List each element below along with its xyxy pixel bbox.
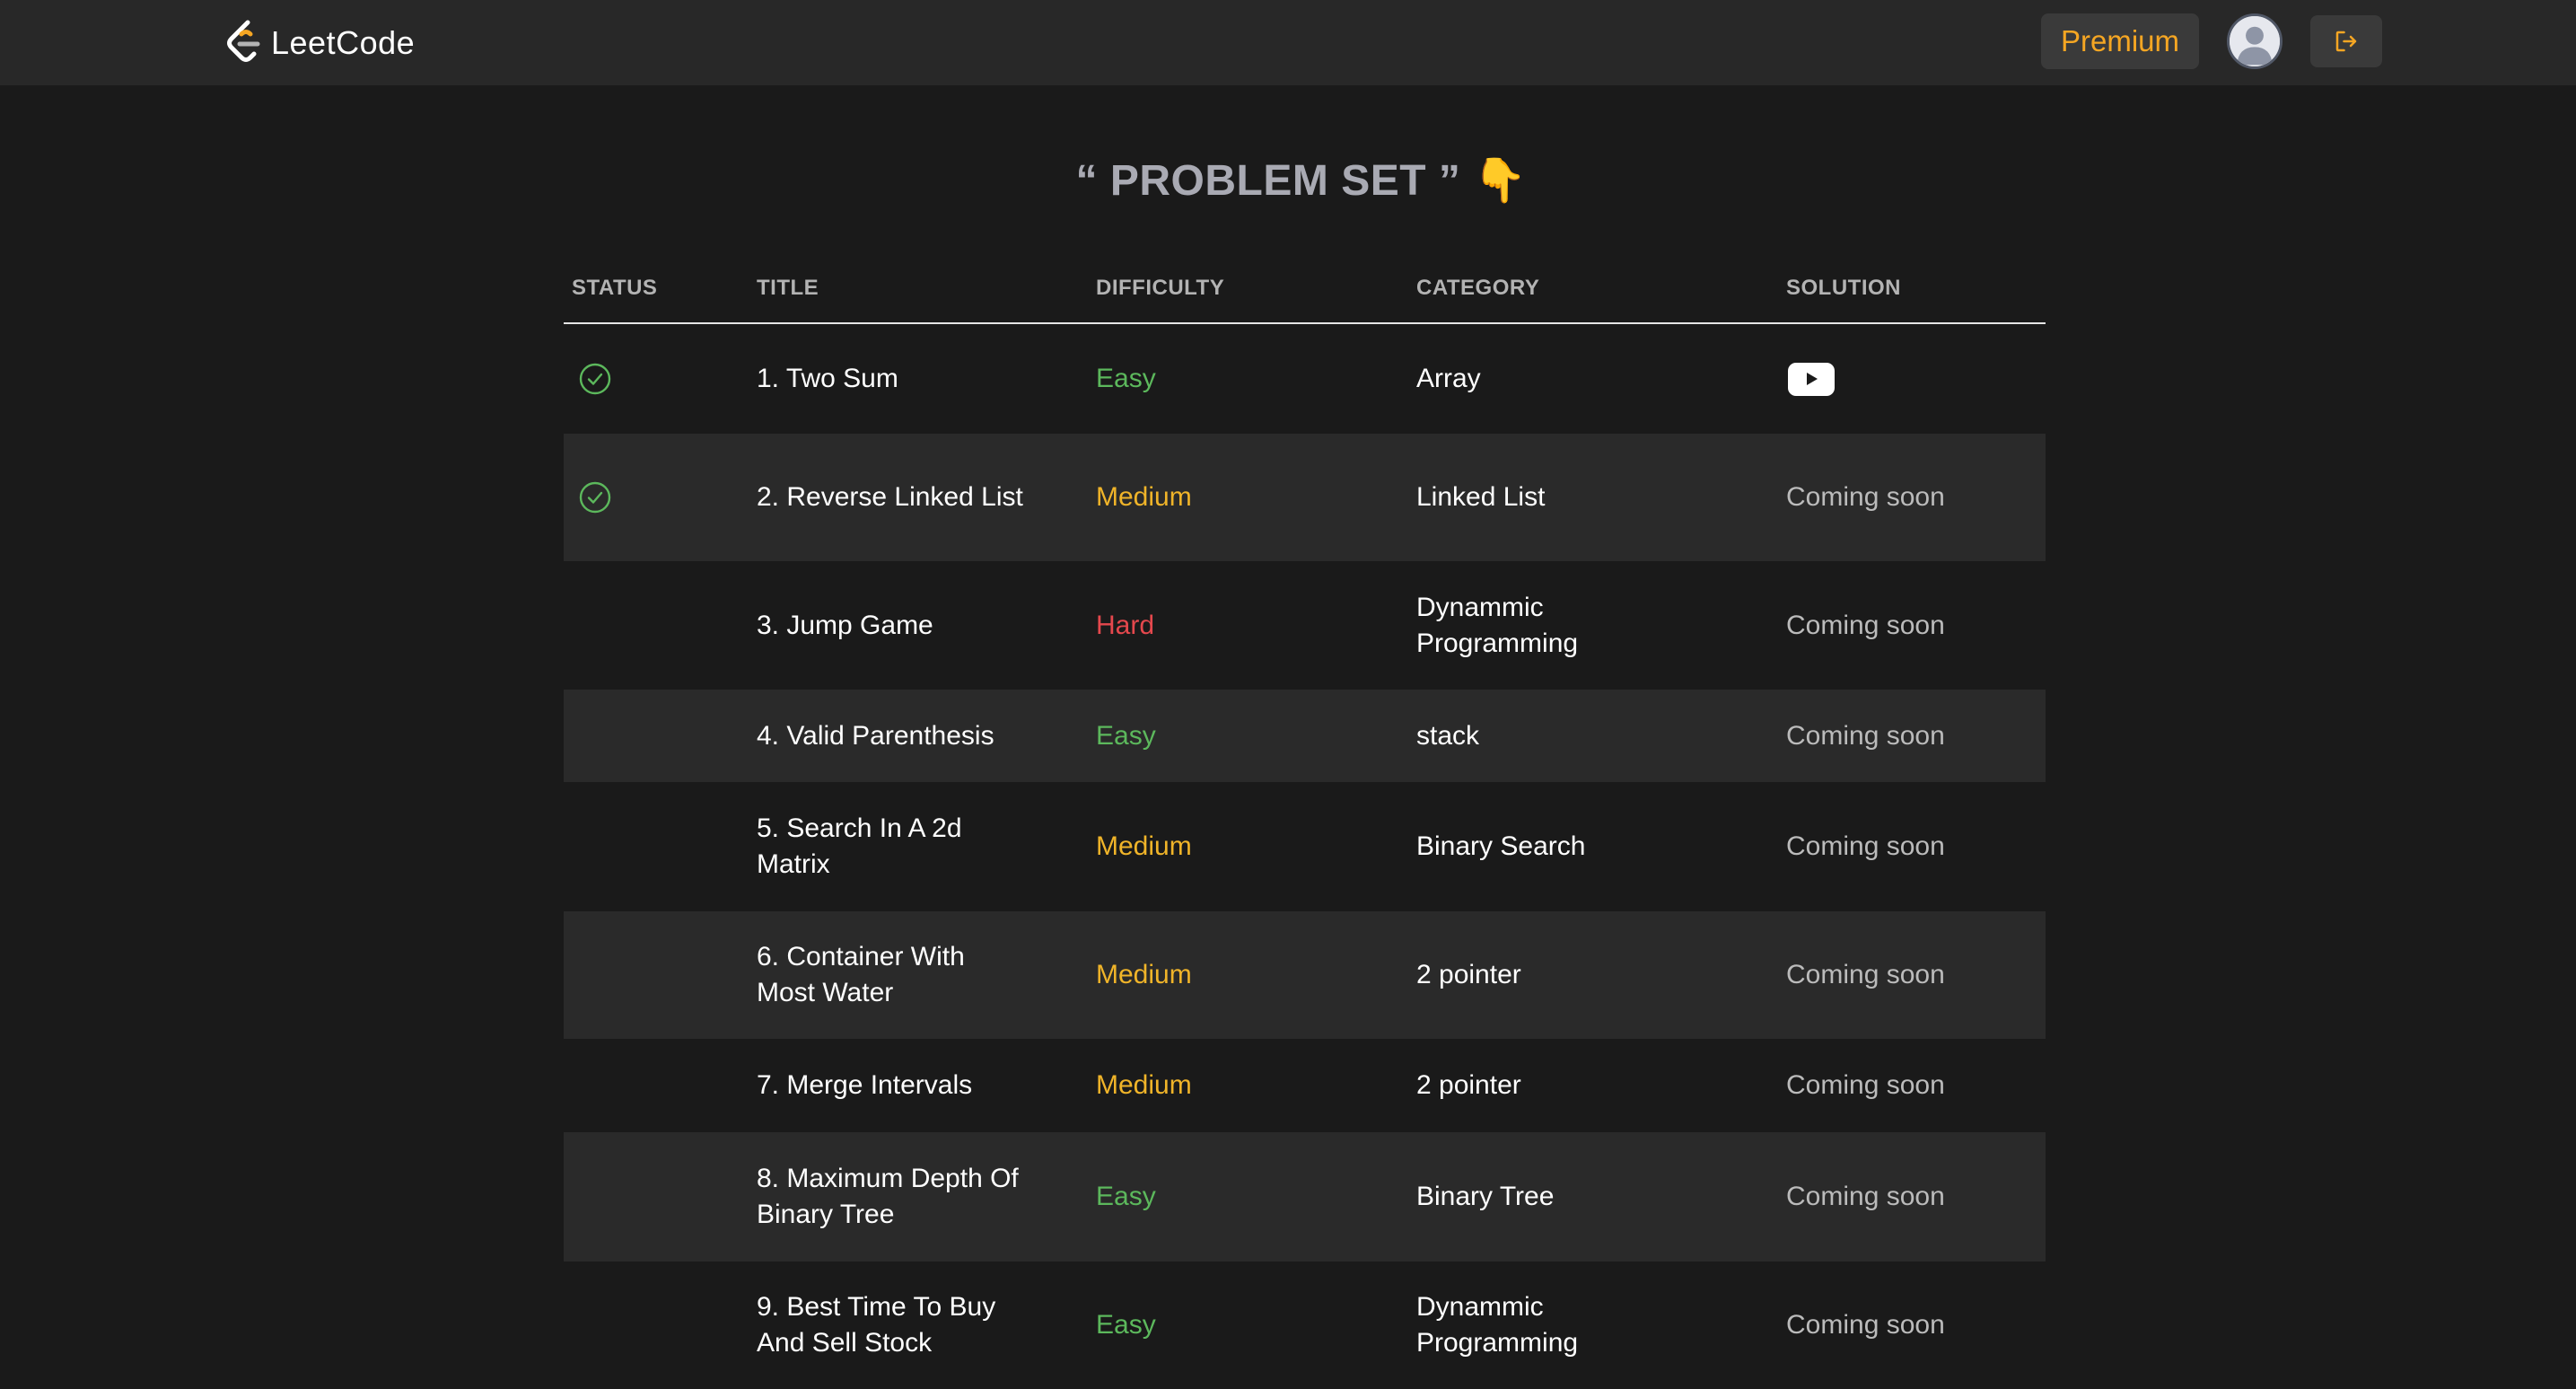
status-cell xyxy=(578,690,632,782)
problem-title-link[interactable]: 6. Container With Most Water xyxy=(757,911,1026,1039)
table-row[interactable]: 8. Maximum Depth Of Binary Tree Easy Binar… xyxy=(564,1132,2046,1262)
category-label: Array xyxy=(1416,364,1481,393)
user-avatar[interactable] xyxy=(2227,13,2282,69)
category-label: 2 pointer xyxy=(1416,1070,1521,1100)
category-label: Linked List xyxy=(1416,482,1546,512)
solution-status: Coming soon xyxy=(1786,610,1945,640)
brand-logo[interactable]: LeetCode xyxy=(224,18,415,67)
status-cell xyxy=(578,1039,632,1132)
header-solution[interactable]: SOLUTION xyxy=(1786,276,1901,301)
table-row[interactable]: 7. Merge Intervals Medium 2 pointer Coming … xyxy=(564,1039,2046,1132)
difficulty-label: Easy xyxy=(1096,364,1156,393)
table-row[interactable]: 9. Best Time To Buy And Sell Stock Easy Dy… xyxy=(564,1262,2046,1389)
table-row[interactable]: 1. Two Sum Easy Array xyxy=(564,324,2046,434)
category-label: stack xyxy=(1416,720,1480,751)
status-cell xyxy=(578,1262,632,1389)
top-navbar: LeetCode Premium xyxy=(0,0,2576,85)
category-label: Binary Tree xyxy=(1416,1182,1555,1211)
status-cell xyxy=(578,324,632,434)
difficulty-label: Medium xyxy=(1096,1070,1192,1100)
category-label: Binary Search xyxy=(1416,831,1586,861)
solution-status: Coming soon xyxy=(1786,1070,1945,1100)
difficulty-label: Hard xyxy=(1096,610,1155,640)
table-row[interactable]: 3. Jump Game Hard Dynammic Programming Comi… xyxy=(564,561,2046,690)
problem-table: STATUS TITLE DIFFICULTY CATEGORY SOLUTIO… xyxy=(564,260,2046,1389)
status-cell xyxy=(578,1132,632,1262)
difficulty-label: Medium xyxy=(1096,960,1192,989)
problem-title-link[interactable]: 7. Merge Intervals xyxy=(757,1039,1026,1132)
category-label: 2 pointer xyxy=(1416,960,1521,989)
difficulty-label: Easy xyxy=(1096,1182,1156,1211)
problem-title-link[interactable]: 1. Two Sum xyxy=(757,324,1026,434)
logout-icon xyxy=(2335,31,2357,52)
logout-button[interactable] xyxy=(2310,15,2382,67)
table-row[interactable]: 4. Valid Parenthesis Easy stack Coming soon xyxy=(564,690,2046,782)
table-row[interactable]: 5. Search In A 2d Matrix Medium Binary Sea… xyxy=(564,782,2046,911)
header-status[interactable]: STATUS xyxy=(572,276,657,301)
solution-status: Coming soon xyxy=(1786,831,1945,861)
table-body: 1. Two Sum Easy Array 2. Reverse Linked Lis… xyxy=(564,324,2046,1389)
page-title: “ PROBLEM SET ” 👇 xyxy=(1075,157,1528,205)
status-cell xyxy=(578,911,632,1039)
solution-status: Coming soon xyxy=(1786,960,1945,989)
problem-title-link[interactable]: 2. Reverse Linked List xyxy=(757,434,1026,561)
difficulty-label: Easy xyxy=(1096,720,1156,751)
status-cell xyxy=(578,782,632,911)
header-title[interactable]: TITLE xyxy=(757,276,819,301)
difficulty-label: Medium xyxy=(1096,831,1192,861)
category-label: Dynammic Programming xyxy=(1416,592,1579,658)
problem-title-link[interactable]: 8. Maximum Depth Of Binary Tree xyxy=(757,1132,1026,1262)
status-cell xyxy=(578,434,632,561)
table-row[interactable]: 2. Reverse Linked List Medium Linked List C… xyxy=(564,434,2046,561)
user-avatar-icon xyxy=(2230,16,2280,66)
category-label: Dynammic Programming xyxy=(1416,1292,1579,1358)
solved-check-icon xyxy=(578,480,612,514)
brand-name: LeetCode xyxy=(271,23,416,61)
header-difficulty[interactable]: DIFFICULTY xyxy=(1096,276,1224,301)
youtube-icon[interactable] xyxy=(1788,362,1835,396)
solved-check-icon xyxy=(578,362,612,396)
problem-title-link[interactable]: 4. Valid Parenthesis xyxy=(757,690,1026,782)
difficulty-label: Medium xyxy=(1096,482,1192,512)
premium-button[interactable]: Premium xyxy=(2041,13,2199,69)
solution-status: Coming soon xyxy=(1786,482,1945,512)
solution-status: Coming soon xyxy=(1786,720,1945,751)
solution-status: Coming soon xyxy=(1786,1310,1945,1340)
solution-cell xyxy=(1786,324,2037,434)
table-header: STATUS TITLE DIFFICULTY CATEGORY SOLUTIO… xyxy=(564,260,2046,324)
table-row[interactable]: 6. Container With Most Water Medium 2 poin… xyxy=(564,911,2046,1039)
problem-title-link[interactable]: 5. Search In A 2d Matrix xyxy=(757,782,1026,911)
problem-title-link[interactable]: 9. Best Time To Buy And Sell Stock xyxy=(757,1262,1026,1389)
solution-status: Coming soon xyxy=(1786,1182,1945,1211)
header-category[interactable]: CATEGORY xyxy=(1416,276,1539,301)
problem-title-link[interactable]: 3. Jump Game xyxy=(757,561,1026,690)
difficulty-label: Easy xyxy=(1096,1310,1156,1340)
status-cell xyxy=(578,561,632,690)
leetcode-logo-icon xyxy=(227,20,260,62)
